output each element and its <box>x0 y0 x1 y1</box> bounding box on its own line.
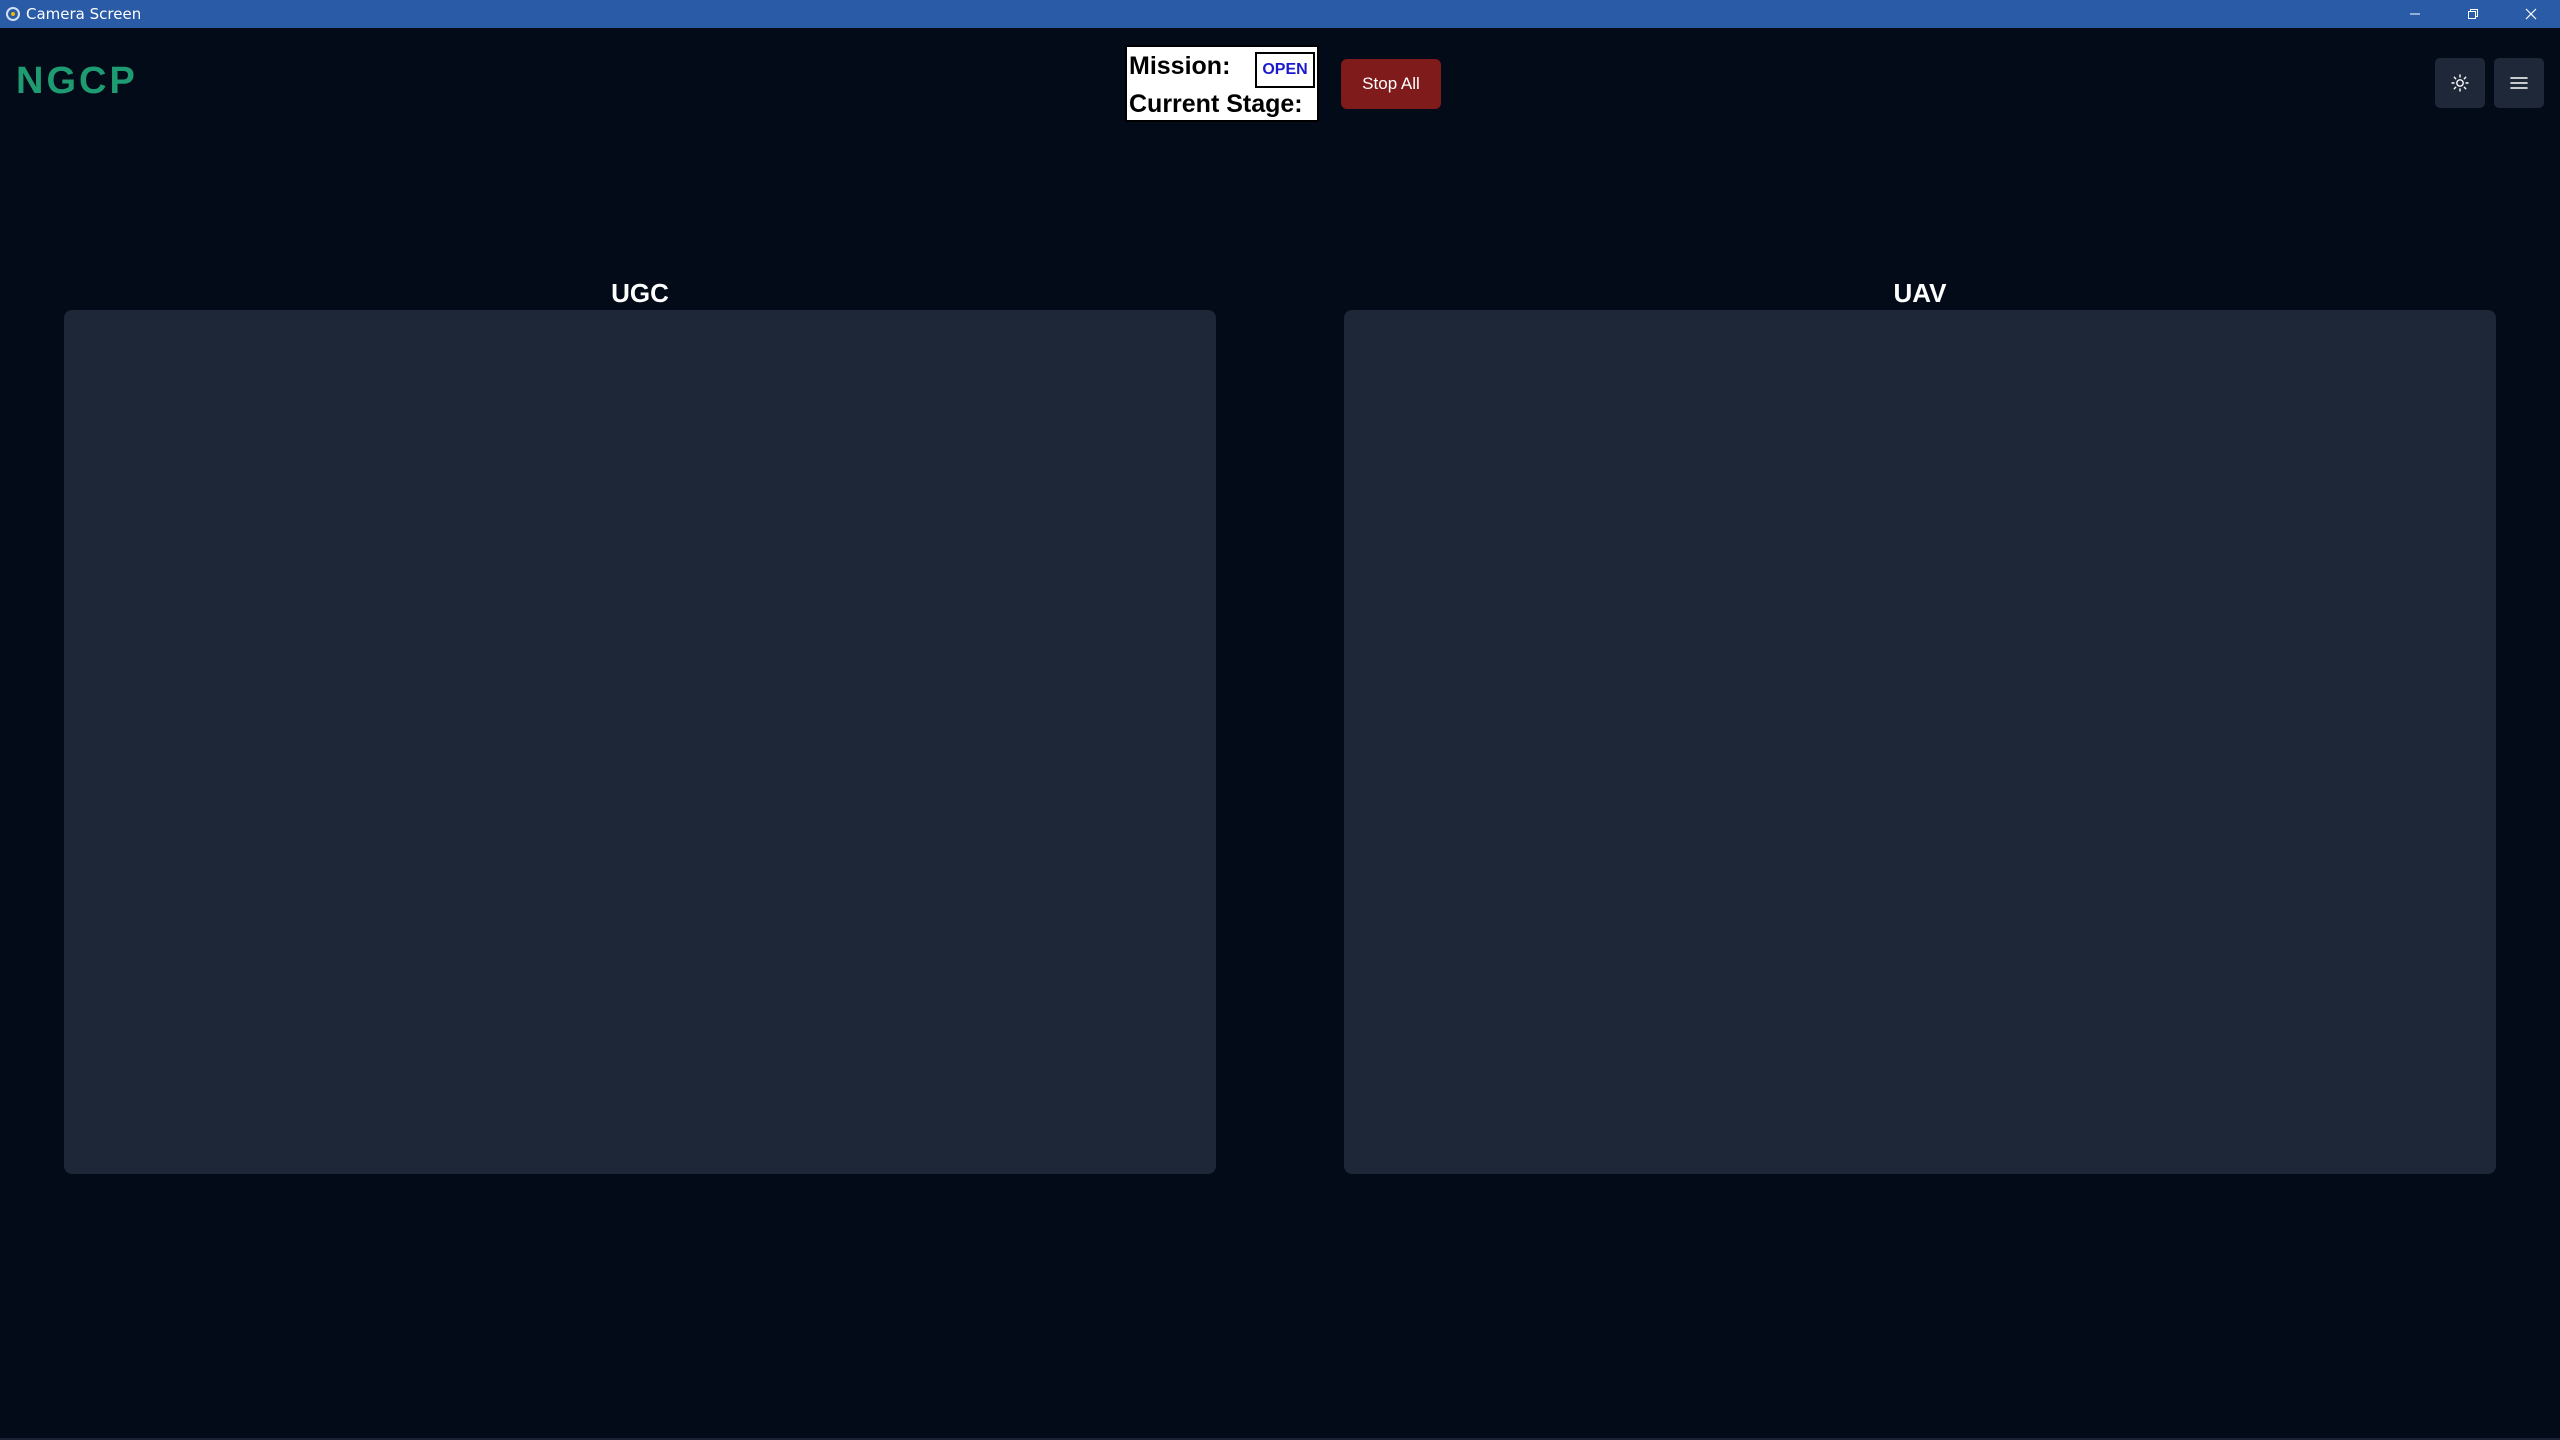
close-icon <box>2525 8 2537 20</box>
window-controls <box>2386 0 2560 28</box>
mission-status-badge: OPEN <box>1255 52 1315 88</box>
minimize-button[interactable] <box>2386 0 2444 28</box>
stop-all-button[interactable]: Stop All <box>1341 59 1441 109</box>
ngcp-logo: NGCP <box>16 60 138 102</box>
camera-screen-window: Camera Screen NGCP Mission: OPEN Current… <box>0 0 2560 1440</box>
restore-button[interactable] <box>2444 0 2502 28</box>
uav-panel-title: UAV <box>1893 278 1947 308</box>
sun-icon <box>2451 74 2469 92</box>
theme-toggle-button[interactable] <box>2435 58 2485 108</box>
close-button[interactable] <box>2502 0 2560 28</box>
app-icon <box>6 7 20 21</box>
menu-button[interactable] <box>2494 58 2544 108</box>
ugc-camera-panel <box>64 310 1216 1174</box>
minimize-icon <box>2410 13 2420 15</box>
ugc-panel-title: UGC <box>611 278 669 308</box>
restore-icon <box>2468 9 2478 19</box>
window-title: Camera Screen <box>26 5 142 23</box>
hamburger-menu-icon <box>2510 77 2528 89</box>
mission-label: Mission: <box>1129 52 1231 80</box>
uav-camera-panel <box>1344 310 2496 1174</box>
title-bar[interactable]: Camera Screen <box>0 0 2560 28</box>
mission-status-box: Mission: OPEN Current Stage: <box>1125 45 1319 122</box>
current-stage-label: Current Stage: <box>1129 90 1303 118</box>
